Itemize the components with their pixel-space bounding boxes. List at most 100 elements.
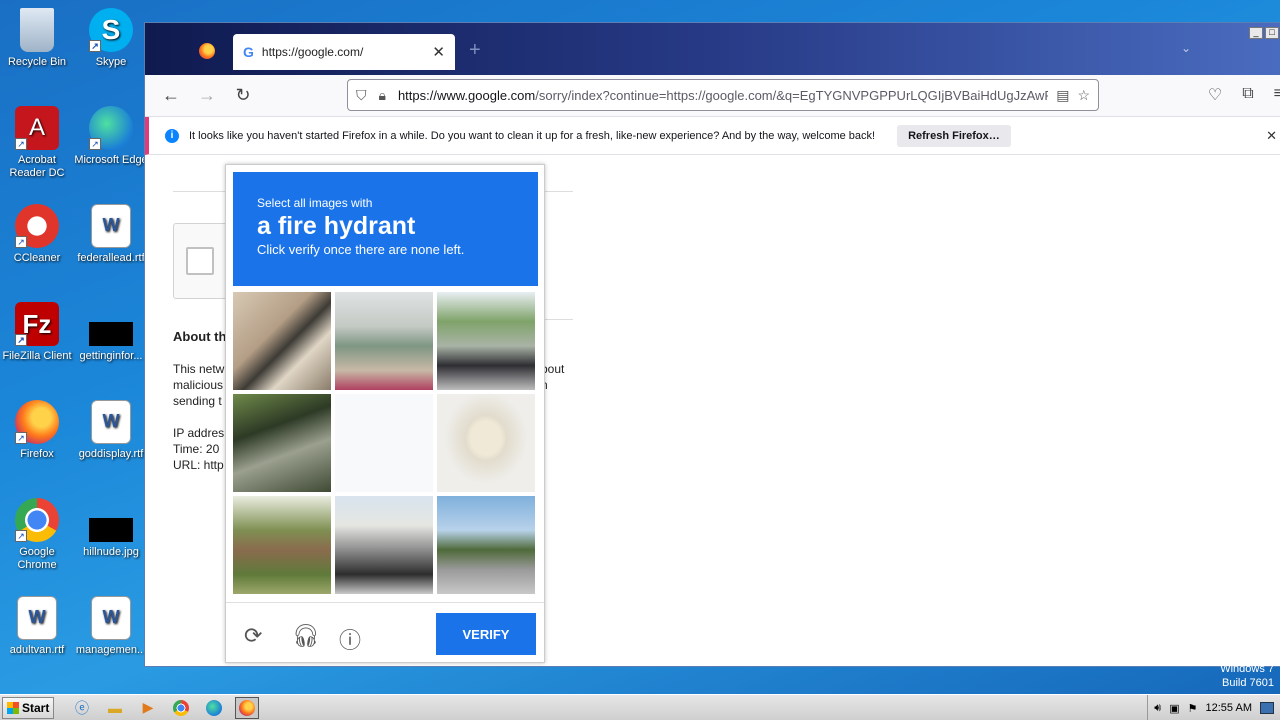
desktop-icon-adultvan[interactable]: W adultvan.rtf [0,596,74,657]
action-center-flag-icon[interactable]: ⚑ [1188,702,1198,715]
start-button[interactable]: Start [2,696,54,719]
captcha-target: a fire hydrant [257,212,416,240]
acrobat-icon: A ↗ [15,106,59,150]
close-notification-icon[interactable]: ✕ [1266,128,1277,144]
shield-icon[interactable]: ⛉ [356,87,367,104]
desktop-icon-managemen[interactable]: W managemen... [74,596,148,657]
firefox-icon: ↗ [15,400,59,444]
network-icon[interactable]: ▣ [1169,702,1179,715]
refresh-notification-bar: i It looks like you haven't started Fire… [145,117,1280,155]
toolbar-right: ♡ ⧉ ≡ [1208,85,1280,105]
back-icon[interactable]: ← [153,85,189,106]
edge-icon: ↗ [89,106,133,150]
chrome-icon: ↗ [15,498,59,542]
maximize-button[interactable]: □ [1265,27,1279,39]
captcha-tile[interactable] [233,496,331,594]
tab-bar: G https://google.com/ ✕ + ⌄ _ □ [145,23,1280,75]
page-paragraph: This netw malicious sending t [173,362,225,408]
recaptcha-widget [173,223,233,299]
filezilla-icon: Fz ↗ [15,302,59,346]
taskbar-edge-icon[interactable] [202,697,226,719]
minimize-button[interactable]: _ [1249,27,1263,39]
captcha-tile[interactable] [437,496,535,594]
show-desktop-icon[interactable] [1260,702,1274,714]
tab-title: https://google.com/ [261,45,364,59]
system-tray: 🔊︎ ▣ ⚑ 12:55 AM [1147,695,1280,720]
captcha-hint: Click verify once there are none left. [257,242,465,257]
captcha-tile[interactable] [335,292,433,390]
ip-info: IP addres Time: 20 URL: http [173,426,225,472]
desktop-icon-skype[interactable]: S ↗ Skype [74,8,148,69]
recaptcha-checkbox[interactable] [186,247,214,275]
captcha-challenge: Select all images with a fire hydrant Cl… [225,164,545,663]
taskbar: Start ⓔ ▬ ▶ 🔊︎ ▣ ⚑ 12:55 AM [0,694,1280,720]
close-tab-icon[interactable]: ✕ [432,43,445,61]
ccleaner-icon: ↗ [15,204,59,248]
pocket-icon[interactable]: ♡ [1208,85,1222,105]
tab-google[interactable]: G https://google.com/ ✕ [233,34,455,70]
desktop-icon-firefox[interactable]: ↗ Firefox [0,400,74,461]
captcha-instruction: Select all images with [257,196,373,210]
recycle-bin-icon [20,8,54,52]
window-controls: _ □ [1249,27,1279,39]
taskbar-explorer-icon[interactable]: ▬ [103,697,127,719]
google-favicon-icon: G [243,44,254,60]
anyrun-watermark: ANY RUN [1040,613,1263,665]
desktop-icon-chrome[interactable]: ↗ Google Chrome [0,498,74,572]
skype-icon: S ↗ [89,8,133,52]
windows-logo-icon [7,701,19,714]
desktop-icon-filezilla[interactable]: Fz ↗ FileZilla Client [0,302,74,363]
captcha-header: Select all images with a fire hydrant Cl… [233,172,538,286]
captcha-tile[interactable] [233,292,331,390]
captcha-tile[interactable] [233,394,331,492]
desktop-icon-ccleaner[interactable]: ↗ CCleaner [0,204,74,265]
word-document-icon: W [91,400,131,444]
refresh-firefox-button[interactable]: Refresh Firefox… [897,124,1011,147]
windows-version: Windows 7 Build 7601 [1220,663,1274,689]
black-image-icon [89,518,133,542]
reload-challenge-icon[interactable]: ⟳ [244,623,262,649]
desktop-icon-hillnude[interactable]: hillnude.jpg [74,498,148,559]
url-text: https://www.google.com/sorry/index?conti… [397,87,1049,103]
nav-bar: ← → ↻ ⛉ 🔒︎ https://www.google.com/sorry/… [145,75,1280,117]
notification-text: It looks like you haven't started Firefo… [189,129,876,142]
desktop-icon-gettinginfor[interactable]: gettinginfor... [74,302,148,363]
desktop-icon-recycle-bin[interactable]: Recycle Bin [0,8,74,69]
reload-icon[interactable]: ↻ [225,85,261,106]
bookmark-star-icon[interactable]: ☆ [1077,87,1090,104]
word-document-icon: W [17,596,57,640]
new-tab-icon[interactable]: + [469,39,481,62]
info-icon: i [165,128,179,143]
captcha-tile-blank[interactable] [335,394,433,492]
volume-icon[interactable]: 🔊︎ [1154,702,1161,715]
extensions-icon[interactable]: ⧉ [1242,85,1253,105]
clock[interactable]: 12:55 AM [1206,702,1252,714]
menu-icon[interactable]: ≡ [1274,85,1280,105]
firefox-icon[interactable] [199,43,215,59]
lock-icon[interactable]: 🔒︎ [379,87,386,104]
taskbar-ie-icon[interactable]: ⓔ [70,697,94,719]
captcha-grid [233,292,538,594]
desktop-icon-federallead[interactable]: W federallead.rtf [74,204,148,265]
taskbar-chrome-icon[interactable] [169,697,193,719]
desktop-icon-goddisplay[interactable]: W goddisplay.rtf [74,400,148,461]
word-document-icon: W [91,204,131,248]
captcha-footer: ⟳ 🎧︎ ⓘ VERIFY [226,602,544,662]
about-heading: About th [173,329,227,344]
reader-view-icon[interactable]: ▤ [1056,87,1069,104]
captcha-tile[interactable] [437,292,535,390]
taskbar-media-player-icon[interactable]: ▶ [136,697,160,719]
word-document-icon: W [91,596,131,640]
help-info-icon[interactable]: ⓘ [339,623,361,655]
black-file-icon [89,322,133,346]
url-bar[interactable]: ⛉ 🔒︎ https://www.google.com/sorry/index?… [347,79,1099,111]
captcha-tile[interactable] [437,394,535,492]
forward-icon[interactable]: → [189,85,225,106]
chevron-down-icon[interactable]: ⌄ [1181,41,1191,55]
desktop-icon-acrobat[interactable]: A ↗ Acrobat Reader DC [0,106,74,180]
audio-challenge-icon[interactable]: 🎧︎ [292,623,320,649]
captcha-tile[interactable] [335,496,433,594]
taskbar-firefox-icon[interactable] [235,696,259,719]
verify-button[interactable]: VERIFY [436,613,536,655]
desktop-icon-edge[interactable]: ↗ Microsoft Edge [74,106,148,167]
